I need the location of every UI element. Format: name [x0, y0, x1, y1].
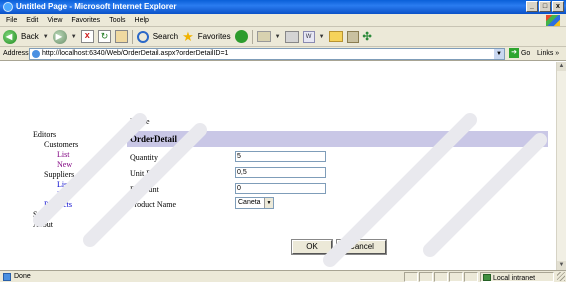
window-controls: _ □ x [526, 1, 564, 12]
address-dropdown-icon[interactable]: ▼ [494, 49, 504, 59]
toolbar-separator [251, 29, 253, 44]
nav-customers: Customers [44, 140, 79, 149]
security-zone: Local intranet [480, 272, 554, 282]
page-content: Home Editors Customers List New Supplier… [0, 62, 556, 270]
quantity-input[interactable]: 5 [235, 151, 326, 162]
discount-label: Discount [130, 185, 159, 194]
address-label: Address [3, 50, 29, 57]
nav-products[interactable]: Products [33, 200, 78, 210]
mail-dropdown-icon[interactable]: ▼ [275, 34, 281, 40]
home-icon[interactable] [114, 30, 128, 43]
nav-setup: Setup [33, 210, 52, 219]
back-button[interactable]: Back [21, 32, 39, 41]
nav-suppliers-list[interactable]: List [33, 180, 78, 190]
refresh-icon[interactable] [97, 30, 111, 43]
address-bar: Address http://localhost:6340/Web/OrderD… [0, 47, 566, 61]
resize-grip[interactable] [557, 272, 565, 281]
toolbar: ◀ Back ▼ ▶ ▼ Search ★ Favorites ▼ W ▼ ✣ [0, 27, 566, 47]
mail-icon[interactable] [256, 31, 271, 42]
cancel-button[interactable]: Cancel [336, 239, 387, 255]
messenger-icon[interactable]: ✣ [363, 30, 372, 43]
unit-price-label: Unit Price [130, 169, 163, 178]
menu-edit[interactable]: Edit [26, 14, 38, 26]
discount-input[interactable]: 0 [235, 183, 326, 194]
back-dropdown-icon[interactable]: ▼ [43, 34, 49, 40]
status-pane [404, 272, 418, 282]
scroll-up-icon[interactable]: ▲ [557, 62, 566, 71]
product-name-label: Product Name [130, 200, 176, 209]
select-dropdown-icon[interactable]: ▼ [264, 198, 273, 208]
close-button[interactable]: x [552, 1, 564, 12]
window-title: Untitled Page - Microsoft Internet Explo… [16, 2, 177, 11]
nav-customers-new[interactable]: New [33, 160, 78, 170]
media-icon[interactable] [234, 30, 248, 43]
breadcrumb-home[interactable]: Home [130, 117, 150, 126]
zone-label: Local intranet [493, 275, 536, 282]
print-icon[interactable] [284, 30, 299, 43]
unit-price-input[interactable]: 0,5 [235, 167, 326, 178]
favorites-star-icon[interactable]: ★ [182, 30, 194, 43]
windows-logo-icon [546, 15, 560, 26]
status-pane [449, 272, 463, 282]
scroll-down-icon[interactable]: ▼ [557, 261, 566, 270]
address-url: http://localhost:6340/Web/OrderDetail.as… [42, 50, 229, 57]
nav-suppliers-new[interactable]: New [33, 190, 78, 200]
nav-customers-list[interactable]: List [33, 150, 78, 160]
favorites-button[interactable]: Favorites [198, 32, 231, 41]
status-pane [419, 272, 433, 282]
page-status-icon [3, 273, 11, 281]
go-arrow-icon: ➜ [509, 48, 519, 59]
quantity-label: Quantity [130, 153, 158, 162]
status-pane [464, 272, 478, 282]
search-button[interactable]: Search [153, 32, 178, 41]
search-icon[interactable] [136, 30, 149, 43]
ok-button[interactable]: OK [291, 239, 333, 255]
product-selected-value: Caneta [238, 199, 261, 206]
go-button[interactable]: ➜ Go [509, 48, 530, 60]
status-bar: Done Local intranet [0, 270, 566, 282]
intranet-zone-icon [483, 274, 491, 281]
title-bar: Untitled Page - Microsoft Internet Explo… [0, 0, 566, 14]
forward-arrow-icon[interactable]: ▶ [52, 29, 67, 44]
nav-editors: Editors [33, 130, 57, 139]
stop-icon[interactable] [80, 30, 94, 43]
nav-menu: Editors Customers List New Suppliers Lis… [33, 130, 78, 230]
page-icon [32, 50, 40, 58]
research-icon[interactable] [346, 30, 359, 43]
menu-view[interactable]: View [47, 14, 62, 26]
forward-dropdown-icon[interactable]: ▼ [71, 34, 77, 40]
edit-dropdown-icon[interactable]: ▼ [319, 34, 325, 40]
status-pane [434, 272, 448, 282]
form-title: OrderDetail [127, 131, 548, 147]
address-input[interactable]: http://localhost:6340/Web/OrderDetail.as… [29, 48, 505, 60]
vertical-scrollbar[interactable]: ▲ ▼ [556, 62, 566, 270]
menu-favorites[interactable]: Favorites [71, 14, 100, 26]
product-select[interactable]: Caneta ▼ [235, 197, 274, 209]
edit-icon[interactable]: W [302, 30, 315, 43]
status-text: Done [14, 273, 31, 280]
links-button[interactable]: Links » [537, 47, 559, 61]
minimize-button[interactable]: _ [526, 1, 538, 12]
menu-help[interactable]: Help [135, 14, 149, 26]
back-arrow-icon[interactable]: ◀ [3, 29, 17, 44]
toolbar-separator [131, 29, 133, 44]
go-label: Go [520, 50, 531, 57]
nav-suppliers: Suppliers [44, 170, 75, 179]
menu-bar: File Edit View Favorites Tools Help [0, 14, 566, 27]
nav-about: About [33, 220, 53, 229]
menu-file[interactable]: File [6, 14, 17, 26]
ie-logo-icon [3, 2, 13, 12]
menu-tools[interactable]: Tools [109, 14, 125, 26]
folder-icon[interactable] [328, 31, 343, 42]
maximize-button[interactable]: □ [539, 1, 551, 12]
